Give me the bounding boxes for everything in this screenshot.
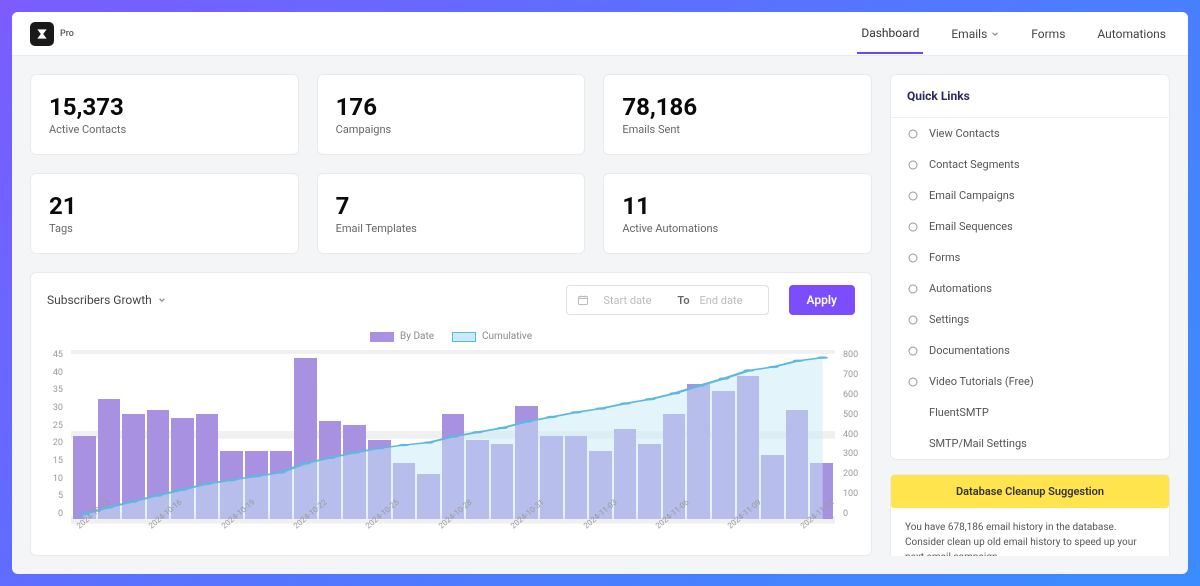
nav-emails[interactable]: Emails: [947, 15, 1003, 53]
stat-campaigns[interactable]: 176 Campaigns: [317, 74, 586, 155]
nav-forms[interactable]: Forms: [1027, 15, 1069, 53]
stat-value: 7: [336, 192, 567, 220]
pro-badge: Pro: [60, 29, 74, 39]
quick-link-label: Documentations: [929, 344, 1010, 357]
main-column: 15,373 Active Contacts 176 Campaigns 78,…: [30, 74, 872, 556]
quick-links-list: View Contacts Contact Segments Email Campa…: [891, 118, 1169, 459]
bolt-icon: [907, 283, 919, 295]
clock-icon: [907, 221, 919, 233]
cleanup-panel: Database Cleanup Suggestion You have 678…: [890, 474, 1170, 556]
cleanup-title: Database Cleanup Suggestion: [891, 475, 1169, 508]
stat-label: Email Templates: [336, 222, 567, 235]
chart-body: 454035302520151050 800700600500400300200…: [31, 346, 871, 555]
doc-icon: [907, 345, 919, 357]
quick-link-item[interactable]: Email Sequences: [891, 211, 1169, 242]
quick-link-item[interactable]: Video Tutorials (Free): [891, 366, 1169, 397]
stat-value: 21: [49, 192, 280, 220]
quick-link-item[interactable]: Contact Segments: [891, 149, 1169, 180]
content-area: 15,373 Active Contacts 176 Campaigns 78,…: [12, 56, 1188, 574]
quick-link-label: Contact Segments: [929, 158, 1020, 171]
user-icon: [907, 128, 919, 140]
start-date-input[interactable]: [599, 288, 671, 313]
stat-label: Campaigns: [336, 123, 567, 136]
quick-link-item[interactable]: Email Campaigns: [891, 180, 1169, 211]
chevron-down-icon: [158, 296, 166, 304]
stat-label: Active Contacts: [49, 123, 280, 136]
stats-row-2: 21 Tags 7 Email Templates 11 Active Auto…: [30, 173, 872, 254]
date-range-picker: To: [566, 285, 768, 315]
file-icon: [907, 252, 919, 264]
top-bar: Pro Dashboard Emails Forms Automations: [12, 12, 1188, 56]
quick-link-label: Forms: [929, 251, 960, 264]
quick-link-item[interactable]: FluentSMTP: [891, 397, 1169, 428]
app-logo: [30, 22, 54, 46]
nav-automations[interactable]: Automations: [1093, 15, 1170, 53]
side-column: Quick Links View Contacts Contact Segment…: [890, 74, 1170, 556]
quick-link-item[interactable]: Documentations: [891, 335, 1169, 366]
mail-icon: [907, 190, 919, 202]
legend-cumulative[interactable]: Cumulative: [452, 331, 532, 342]
gear-icon: [907, 314, 919, 326]
stat-emails-sent[interactable]: 78,186 Emails Sent: [603, 74, 872, 155]
end-date-input[interactable]: [696, 288, 768, 313]
quick-link-item[interactable]: Forms: [891, 242, 1169, 273]
stat-tags[interactable]: 21 Tags: [30, 173, 299, 254]
stat-value: 176: [336, 93, 567, 121]
date-to-label: To: [671, 294, 695, 307]
stat-label: Emails Sent: [622, 123, 853, 136]
plot-area: [71, 350, 835, 519]
stat-active-automations[interactable]: 11 Active Automations: [603, 173, 872, 254]
quick-link-label: Video Tutorials (Free): [929, 375, 1034, 388]
stat-label: Tags: [49, 222, 280, 235]
stat-value: 78,186: [622, 93, 853, 121]
quick-link-label: Email Campaigns: [929, 189, 1015, 202]
stats-row-1: 15,373 Active Contacts 176 Campaigns 78,…: [30, 74, 872, 155]
calendar-icon: [567, 294, 599, 306]
cleanup-body: You have 678,186 email history in the da…: [891, 508, 1169, 556]
stat-value: 11: [622, 192, 853, 220]
folder-icon: [907, 159, 919, 171]
chart-header: Subscribers Growth To Apply: [31, 273, 871, 327]
quick-link-item[interactable]: View Contacts: [891, 118, 1169, 149]
quick-link-item[interactable]: Automations: [891, 273, 1169, 304]
video-icon: [907, 376, 919, 388]
quick-link-label: FluentSMTP: [929, 406, 989, 419]
quick-link-label: Email Sequences: [929, 220, 1013, 233]
main-nav: Dashboard Emails Forms Automations: [857, 14, 1170, 54]
line-series: [71, 350, 835, 519]
stat-active-contacts[interactable]: 15,373 Active Contacts: [30, 74, 299, 155]
stat-email-templates[interactable]: 7 Email Templates: [317, 173, 586, 254]
nav-dashboard[interactable]: Dashboard: [857, 14, 923, 54]
stat-label: Active Automations: [622, 222, 853, 235]
quick-links-title: Quick Links: [891, 75, 1169, 118]
x-axis: 2024-10-132024-10-162024-10-192024-10-22…: [71, 519, 835, 555]
quick-link-item[interactable]: Settings: [891, 304, 1169, 335]
quick-link-label: Settings: [929, 313, 969, 326]
stat-value: 15,373: [49, 93, 280, 121]
app-window: Pro Dashboard Emails Forms Automations 1…: [12, 12, 1188, 574]
quick-link-label: View Contacts: [929, 127, 1000, 140]
chart-card: Subscribers Growth To Apply By Date: [30, 272, 872, 556]
chart-type-dropdown[interactable]: Subscribers Growth: [47, 293, 166, 307]
quick-link-item[interactable]: SMTP/Mail Settings: [891, 428, 1169, 459]
quick-link-label: Automations: [929, 282, 992, 295]
y-axis-right: 8007006005004003002001000: [839, 350, 871, 519]
y-axis-left: 454035302520151050: [31, 350, 67, 519]
legend-by-date[interactable]: By Date: [370, 331, 434, 342]
apply-button[interactable]: Apply: [789, 285, 855, 315]
quick-link-label: SMTP/Mail Settings: [929, 437, 1027, 450]
chevron-down-icon: [991, 30, 999, 38]
chart-legend: By Date Cumulative: [31, 327, 871, 346]
quick-links-panel: Quick Links View Contacts Contact Segment…: [890, 74, 1170, 460]
